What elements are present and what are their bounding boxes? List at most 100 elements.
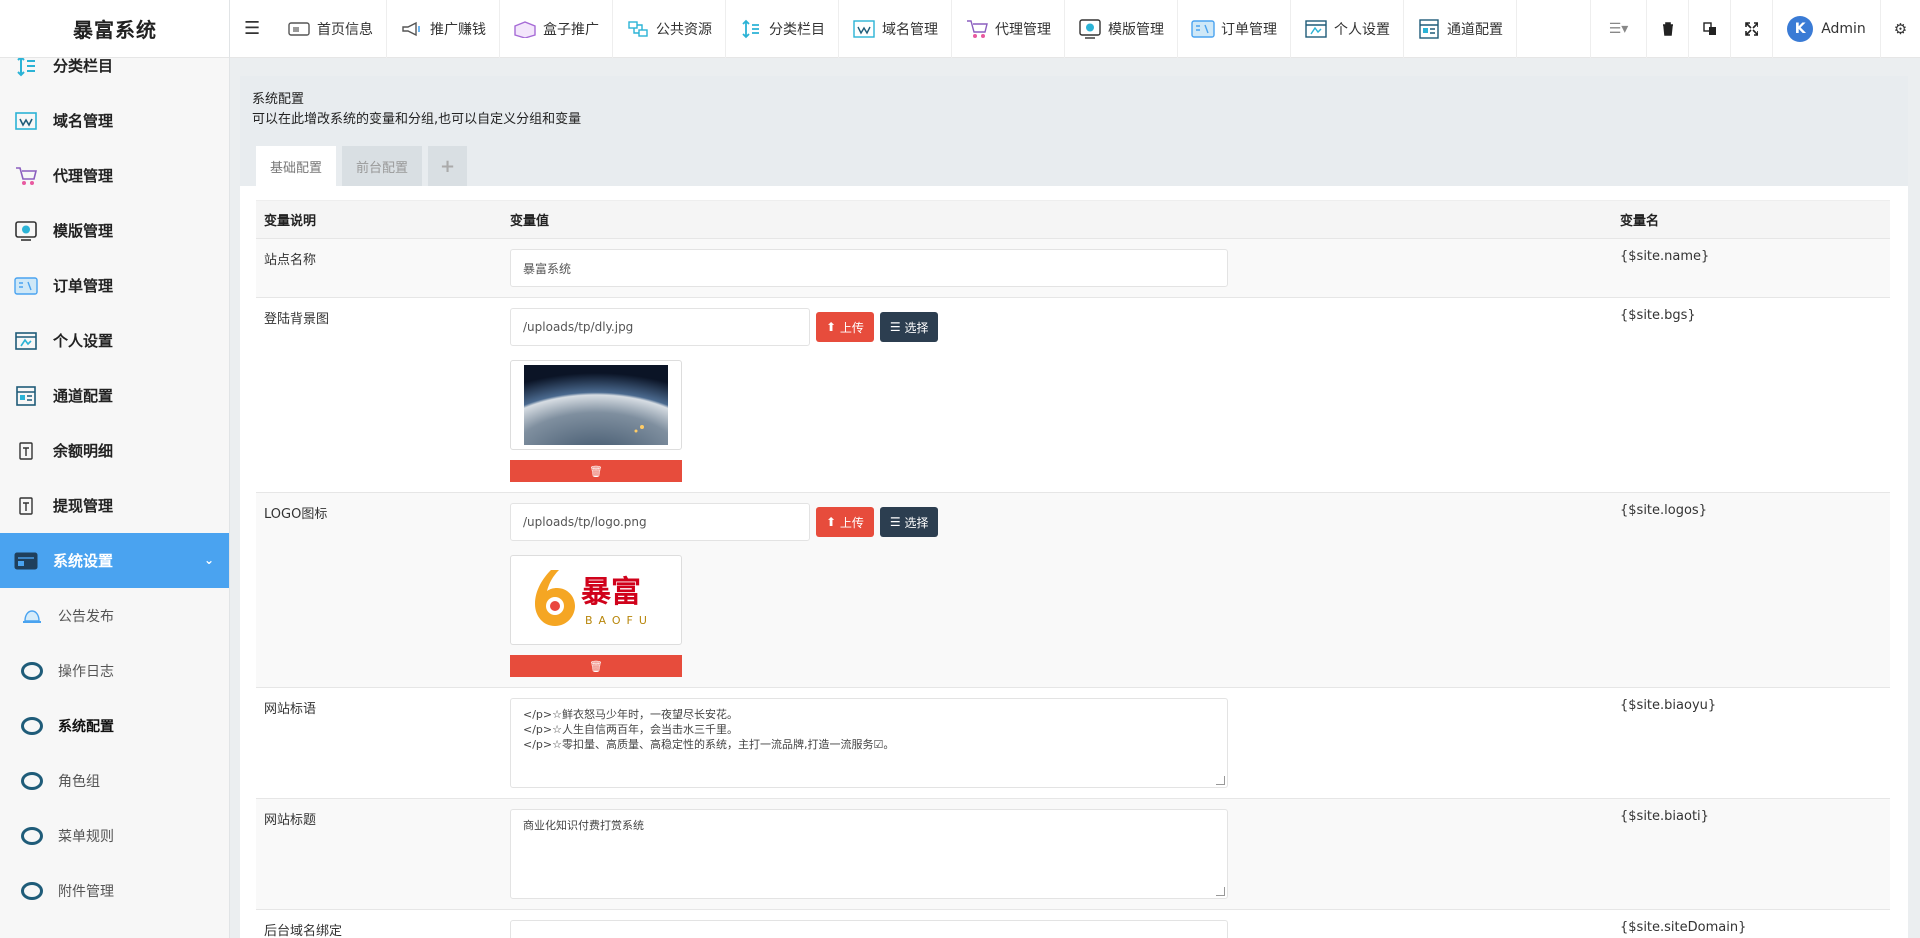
topnav-channel[interactable]: 通道配置 xyxy=(1404,0,1517,58)
sidebar-item-withdraw[interactable]: 提现管理 xyxy=(0,478,229,533)
logo-preview[interactable]: 暴富 BAOFU xyxy=(510,555,682,645)
sidebar-item-attachments[interactable]: 附件管理 xyxy=(0,863,229,918)
sort-icon xyxy=(739,19,763,39)
earth-image xyxy=(524,365,668,445)
admin-domain-input[interactable] xyxy=(510,920,1228,938)
sidebar-item-menu-rules[interactable]: 菜单规则 xyxy=(0,808,229,863)
box-icon xyxy=(513,19,537,39)
settings-icon xyxy=(14,549,38,573)
logo-wordmark: 暴富 xyxy=(581,575,641,610)
site-title-textarea[interactable]: 商业化知识付费打赏系统 xyxy=(510,809,1228,899)
upload-label: 上传 xyxy=(839,320,864,335)
sidebar-item-label: 操作日志 xyxy=(58,663,114,680)
tab-frontend[interactable]: 前台配置 xyxy=(342,146,423,186)
gear-icon: ⚙ xyxy=(1893,20,1908,38)
brand-logo[interactable]: 暴富系统 xyxy=(0,0,229,58)
order-icon xyxy=(14,274,38,298)
sidebar-item-balance[interactable]: 余额明细 xyxy=(0,423,229,478)
page-description: 可以在此增改系统的变量和分组,也可以自定义分组和变量 xyxy=(252,112,582,127)
delete-bg-button[interactable]: 🗑 xyxy=(510,460,682,482)
topnav-category[interactable]: 分类栏目 xyxy=(726,0,839,58)
clear-cache-button[interactable] xyxy=(1646,0,1688,58)
topnav-domain[interactable]: 域名管理 xyxy=(839,0,952,58)
sidebar-item-profile[interactable]: 个人设置 xyxy=(0,313,229,368)
topnav-label: 代理管理 xyxy=(995,22,1051,38)
upload-button[interactable]: ⬆ 上传 xyxy=(816,507,874,537)
sidebar-item-oplog[interactable]: 操作日志 xyxy=(0,643,229,698)
row-label: LOGO图标 xyxy=(256,492,502,688)
config-panel: 系统配置 可以在此增改系统的变量和分组,也可以自定义分组和变量 基础配置 前台配… xyxy=(240,76,1908,938)
upload-icon: ⬆ xyxy=(826,320,840,334)
sidebar-item-label: 域名管理 xyxy=(53,112,114,130)
sidebar-item-notice[interactable]: 公告发布 xyxy=(0,588,229,643)
choose-button[interactable]: ☰ 选择 xyxy=(879,312,939,342)
user-menu[interactable]: K Admin xyxy=(1772,0,1880,58)
choose-button[interactable]: ☰ 选择 xyxy=(879,507,939,537)
sidebar-item-label: 附件管理 xyxy=(58,883,114,900)
add-tab-button[interactable]: + xyxy=(428,146,468,186)
slogan-textarea[interactable]: </p>☆鲜衣怒马少年时，一夜望尽长安花。 </p>☆人生自信两百年，会当击水三… xyxy=(510,698,1228,788)
topnav-agent[interactable]: 代理管理 xyxy=(952,0,1065,58)
topnav-home[interactable]: 首页信息 xyxy=(274,0,387,58)
language-button[interactable] xyxy=(1688,0,1730,58)
table-row: 登陆背景图 /uploads/tp/dly.jpg ⬆ 上传 ☰ 选择 🗑 {$… xyxy=(256,297,1890,493)
topnav-label: 模版管理 xyxy=(1108,22,1164,38)
sidebar-item-label: 系统设置 xyxy=(53,552,114,570)
topnav-label: 域名管理 xyxy=(882,22,938,38)
delete-logo-button[interactable]: 🗑 xyxy=(510,655,682,677)
bell-icon xyxy=(20,604,44,628)
sidebar-item-label: 系统配置 xyxy=(58,718,114,735)
home-icon xyxy=(287,19,311,39)
table-row: 后台域名绑定 {$site.siteDomain} xyxy=(256,909,1890,938)
sidebar-item-template[interactable]: 模版管理 xyxy=(0,203,229,258)
control-sidebar-button[interactable]: ⚙ xyxy=(1880,0,1920,58)
table-header-row: 变量说明 变量值 变量名 xyxy=(256,200,1890,239)
sidebar-item-domain[interactable]: 域名管理 xyxy=(0,93,229,148)
sidebar-item-label: 菜单规则 xyxy=(58,828,114,845)
sidebar-item-agent[interactable]: 代理管理 xyxy=(0,148,229,203)
topnav-box[interactable]: 盒子推广 xyxy=(500,0,613,58)
topnav-template[interactable]: 模版管理 xyxy=(1065,0,1178,58)
sidebar-item-system-settings[interactable]: 系统设置 ⌄ xyxy=(0,533,229,588)
topnav-promote[interactable]: 推广赚钱 xyxy=(387,0,500,58)
table-row: 网站标题 商业化知识付费打赏系统 {$site.biaoti} xyxy=(256,798,1890,910)
sidebar-item-label: 订单管理 xyxy=(53,277,114,295)
bg-image-input[interactable]: /uploads/tp/dly.jpg xyxy=(510,308,810,346)
topnav-label: 通道配置 xyxy=(1447,22,1503,38)
ring-icon xyxy=(20,879,44,903)
sidebar-item-order[interactable]: 订单管理 xyxy=(0,258,229,313)
trash-icon xyxy=(1662,22,1673,36)
upload-button[interactable]: ⬆ 上传 xyxy=(816,312,874,342)
sidebar-item-sysconfig[interactable]: 系统配置 xyxy=(0,698,229,753)
sidebar-item-label: 模版管理 xyxy=(53,222,114,240)
sidebar: 分类栏目 域名管理 代理管理 模版管理 订单管理 个人设置 通道配置 余额明细 xyxy=(0,0,230,938)
baofu-logo: 暴富 BAOFU xyxy=(535,570,647,627)
topnav-label: 盒子推广 xyxy=(543,22,599,38)
ring-icon xyxy=(20,824,44,848)
withdraw-icon xyxy=(14,494,38,518)
trash-icon: 🗑 xyxy=(589,464,603,478)
sidebar-item-label: 角色组 xyxy=(58,773,100,790)
order-icon xyxy=(1191,19,1215,39)
menu-toggle-icon[interactable]: ☰ xyxy=(244,18,260,39)
template-icon xyxy=(1078,19,1102,39)
bg-image-preview[interactable] xyxy=(510,360,682,450)
row-label: 网站标语 xyxy=(256,687,502,799)
translate-icon xyxy=(1703,22,1716,35)
topnav-resources[interactable]: 公共资源 xyxy=(613,0,726,58)
fullscreen-button[interactable] xyxy=(1730,0,1772,58)
sidebar-item-role-group[interactable]: 角色组 xyxy=(0,753,229,808)
list-icon: ☰ xyxy=(889,320,905,334)
topnav-label: 分类栏目 xyxy=(769,22,825,38)
var-name: {$site.logos} xyxy=(1612,492,1890,688)
topnav-profile[interactable]: 个人设置 xyxy=(1291,0,1404,58)
sidebar-item-channel[interactable]: 通道配置 xyxy=(0,368,229,423)
logo-input[interactable]: /uploads/tp/logo.png xyxy=(510,503,810,541)
avatar: K xyxy=(1787,16,1814,42)
tab-basic[interactable]: 基础配置 xyxy=(256,146,337,186)
site-name-input[interactable]: 暴富系统 xyxy=(510,249,1228,287)
topnav-label: 推广赚钱 xyxy=(430,22,486,38)
row-label: 网站标题 xyxy=(256,798,502,910)
more-menu-button[interactable]: ☰▾ xyxy=(1590,0,1646,58)
topnav-order[interactable]: 订单管理 xyxy=(1178,0,1291,58)
